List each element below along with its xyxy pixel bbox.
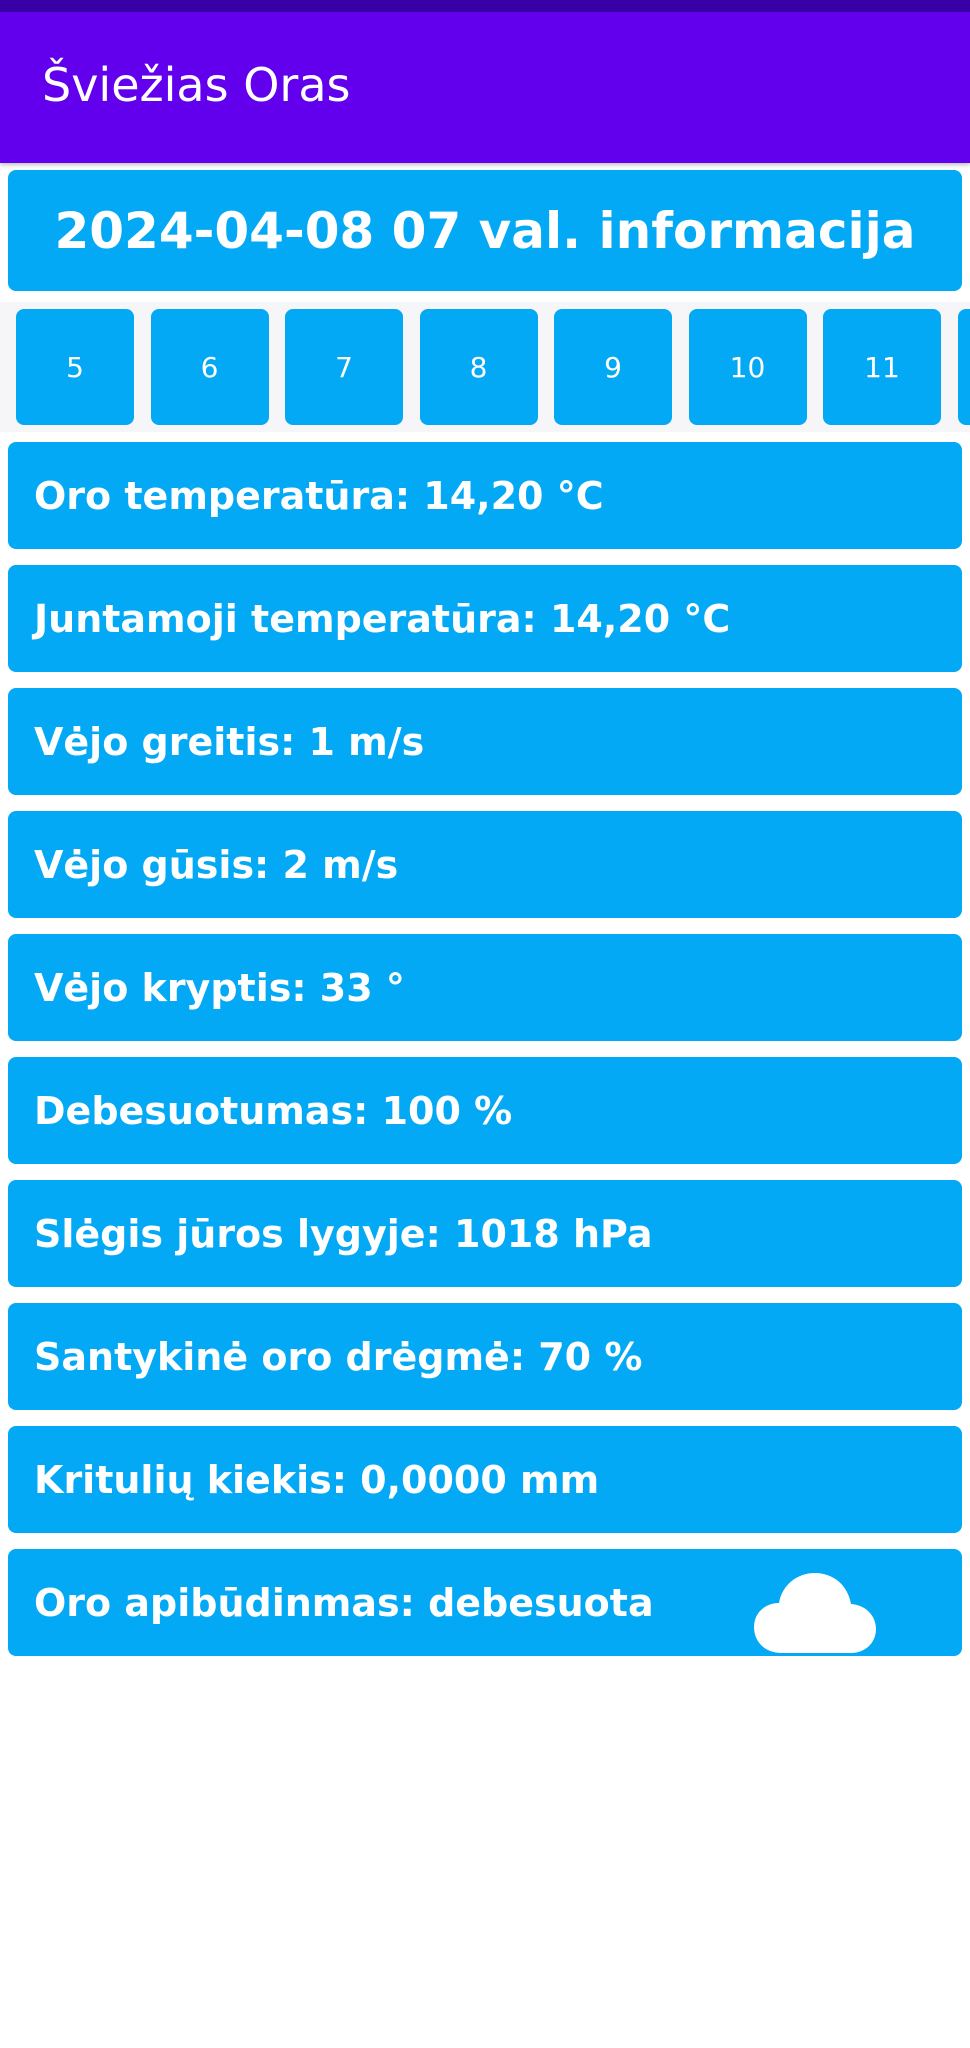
humidity-row: Santykinė oro drėgmė: 70 % bbox=[8, 1303, 962, 1410]
air-temperature-row: Oro temperatūra: 14,20 °C bbox=[8, 442, 962, 549]
wind-gust-label: Vėjo gūsis: 2 m/s bbox=[34, 842, 399, 887]
hour-selector[interactable]: 5 6 7 8 9 10 11 bbox=[0, 302, 970, 432]
hour-button-7[interactable]: 7 bbox=[285, 309, 403, 425]
date-header-label: 2024-04-08 07 val. informacija bbox=[54, 201, 916, 260]
precipitation-label: Kritulių kiekis: 0,0000 mm bbox=[34, 1457, 600, 1502]
condition-label: Oro apibūdinmas: debesuota bbox=[34, 1580, 654, 1625]
feels-like-row: Juntamoji temperatūra: 14,20 °C bbox=[8, 565, 962, 672]
wind-speed-label: Vėjo greitis: 1 m/s bbox=[34, 719, 425, 764]
hour-track: 5 6 7 8 9 10 11 bbox=[16, 309, 970, 425]
cloudiness-label: Debesuotumas: 100 % bbox=[34, 1088, 513, 1133]
cloudiness-row: Debesuotumas: 100 % bbox=[8, 1057, 962, 1164]
app-title: Šviežias Oras bbox=[42, 58, 351, 112]
wind-speed-row: Vėjo greitis: 1 m/s bbox=[8, 688, 962, 795]
air-temperature-label: Oro temperatūra: 14,20 °C bbox=[34, 473, 604, 518]
pressure-label: Slėgis jūros lygyje: 1018 hPa bbox=[34, 1211, 653, 1256]
hour-button-8[interactable]: 8 bbox=[419, 309, 538, 425]
status-bar bbox=[0, 0, 970, 12]
humidity-label: Santykinė oro drėgmė: 70 % bbox=[34, 1334, 643, 1379]
cloud-icon bbox=[754, 1573, 876, 1653]
hour-button-9[interactable]: 9 bbox=[554, 309, 672, 425]
hour-button-10[interactable]: 10 bbox=[688, 309, 807, 425]
hour-button-11[interactable]: 11 bbox=[823, 309, 941, 425]
precipitation-row: Kritulių kiekis: 0,0000 mm bbox=[8, 1426, 962, 1533]
hour-button-next[interactable] bbox=[957, 309, 970, 425]
hour-button-6[interactable]: 6 bbox=[150, 309, 269, 425]
hour-button-5[interactable]: 5 bbox=[16, 309, 134, 425]
wind-gust-row: Vėjo gūsis: 2 m/s bbox=[8, 811, 962, 918]
condition-row: Oro apibūdinmas: debesuota bbox=[8, 1549, 962, 1656]
pressure-row: Slėgis jūros lygyje: 1018 hPa bbox=[8, 1180, 962, 1287]
date-header: 2024-04-08 07 val. informacija bbox=[8, 170, 962, 291]
feels-like-label: Juntamoji temperatūra: 14,20 °C bbox=[34, 596, 731, 641]
wind-direction-label: Vėjo kryptis: 33 ° bbox=[34, 965, 405, 1010]
app-bar: Šviežias Oras bbox=[0, 12, 970, 163]
wind-direction-row: Vėjo kryptis: 33 ° bbox=[8, 934, 962, 1041]
weather-details-list: Oro temperatūra: 14,20 °C Juntamoji temp… bbox=[8, 442, 962, 1672]
